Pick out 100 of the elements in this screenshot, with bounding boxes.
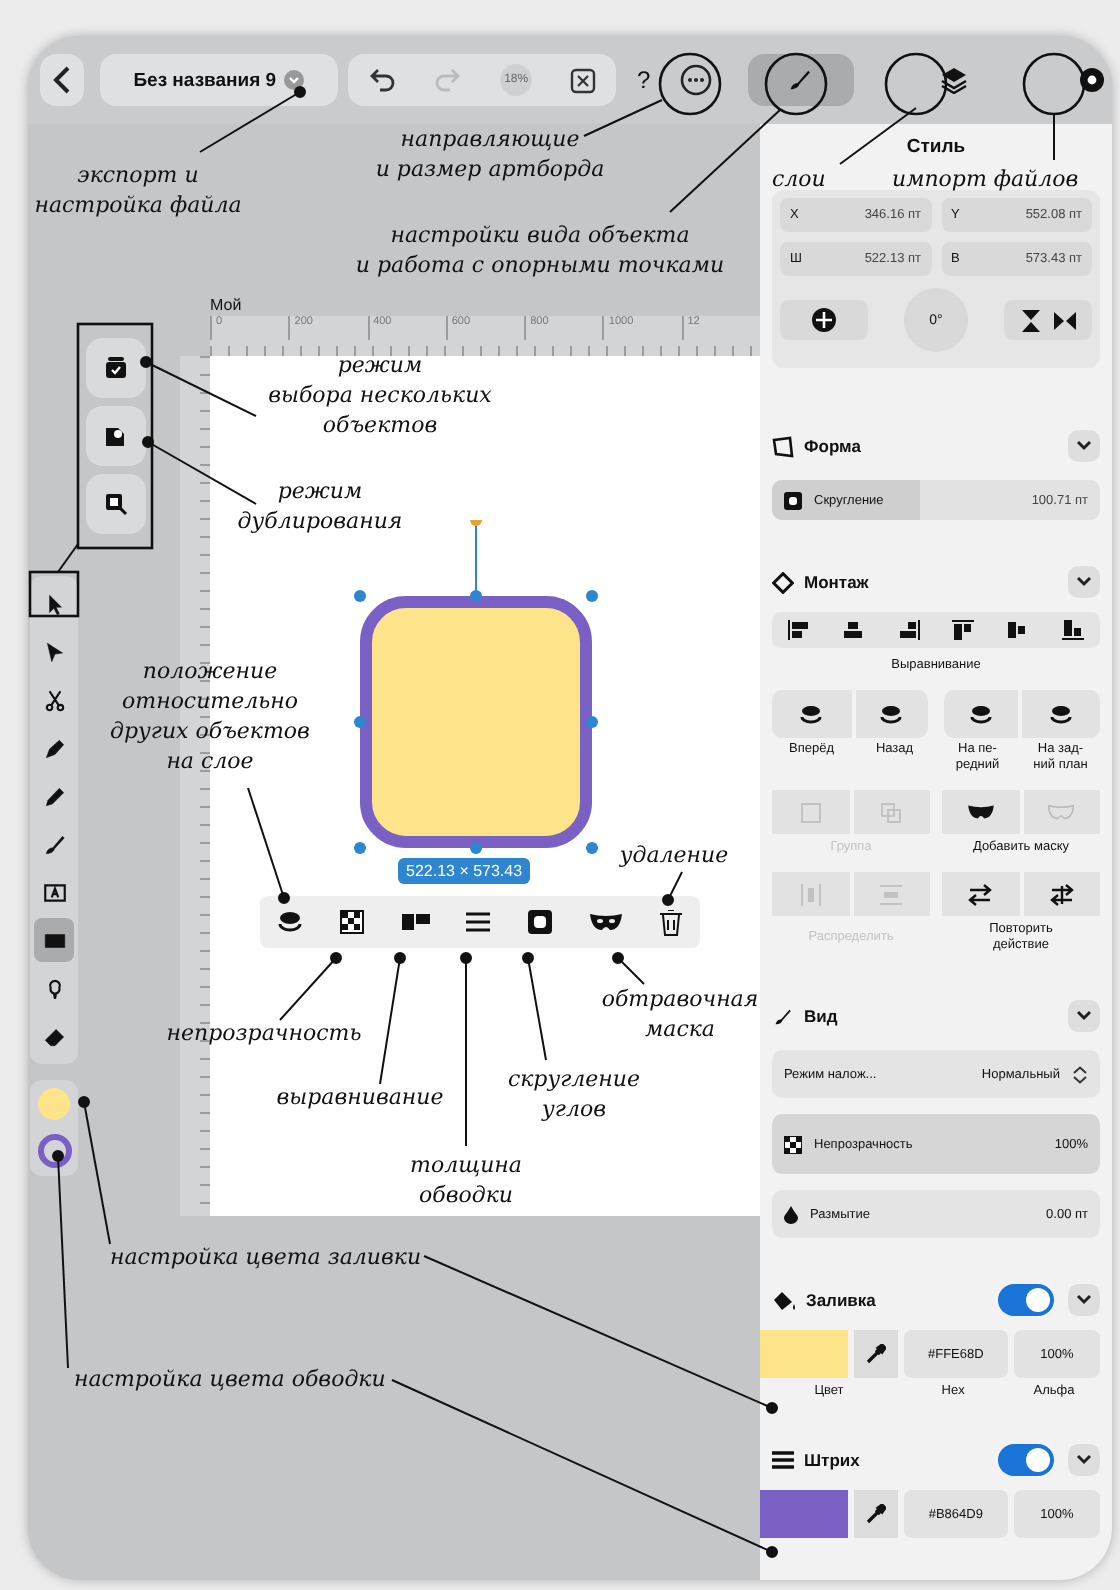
stroke-width-icon[interactable]: [466, 910, 491, 934]
repeat-button[interactable]: [942, 872, 1019, 916]
collapse-button[interactable]: [1068, 566, 1100, 598]
leader-line: [199, 86, 306, 153]
fit-screen-icon[interactable]: [570, 67, 597, 93]
annotation: положение относительно других объектов на слое: [108, 656, 312, 776]
group-icon: [799, 801, 822, 823]
eyedropper-button[interactable]: [854, 1490, 898, 1538]
stroke-color-swatch[interactable]: [760, 1490, 848, 1538]
leader-line: [379, 952, 406, 1085]
flip-vertical-icon: [1020, 309, 1042, 331]
mask-icon: [967, 804, 994, 820]
section-title: Форма: [804, 436, 863, 456]
layers-icon: [940, 66, 969, 94]
align-bottom-icon[interactable]: [1061, 620, 1084, 640]
fill-toggle[interactable]: [998, 1284, 1054, 1316]
annotation: слои: [772, 164, 826, 194]
highlight-circle: [1022, 52, 1086, 116]
help-button[interactable]: ?: [627, 54, 660, 106]
duplicate-mode-button[interactable]: [86, 406, 146, 466]
select-similar-button[interactable]: [86, 474, 146, 534]
duplicate-icon: [104, 424, 128, 448]
leader-line: [662, 871, 683, 906]
leader-line: [140, 356, 257, 417]
highlight-circle: [764, 52, 828, 116]
annotation: режим дублирования: [235, 476, 405, 536]
document-title-button[interactable]: Без названия 9: [99, 54, 338, 106]
add-mask-button[interactable]: [942, 790, 1019, 834]
back-icon: [51, 66, 72, 94]
repeat-transform-button[interactable]: [1023, 872, 1100, 916]
arrange-button[interactable]: [944, 690, 1017, 738]
fill-color-swatch[interactable]: [760, 1330, 848, 1378]
artboard-name[interactable]: Мой: [210, 296, 760, 316]
align-center-icon[interactable]: [842, 620, 865, 640]
text-frame-icon: [41, 879, 67, 905]
collapse-button[interactable]: [1068, 1444, 1100, 1476]
chevron-down-icon: [1076, 1010, 1092, 1022]
target-icon: [812, 308, 836, 332]
annotation: толщина обводки: [408, 1150, 524, 1210]
flip-horizontal-icon: [1054, 309, 1076, 331]
annotation: настройки вида объекта и работа с опорными точками: [353, 220, 727, 280]
paint-bucket-icon: [772, 1289, 796, 1311]
back-button[interactable]: [40, 54, 84, 106]
distribute-horizontal-icon: [799, 883, 822, 905]
chevron-down-icon: [1076, 1294, 1092, 1306]
section-title: Вид: [804, 1006, 840, 1026]
checkerboard-icon: [784, 1135, 802, 1153]
annotation: настройка цвета обводки: [74, 1364, 388, 1394]
leader-line: [1053, 113, 1055, 161]
checkerboard-icon[interactable]: [340, 910, 365, 934]
align-left-icon[interactable]: [788, 620, 811, 640]
annotation: скругление углов: [505, 1064, 643, 1124]
collapse-button[interactable]: [1068, 1000, 1100, 1032]
multi-select-button[interactable]: [86, 338, 146, 398]
import-icon: [1080, 68, 1105, 92]
collapse-button[interactable]: [1068, 1284, 1100, 1316]
select-similar-icon: [104, 492, 128, 516]
brush-icon: [786, 66, 815, 94]
leader-line: [612, 952, 645, 985]
annotation: направляющие и размер артборда: [373, 124, 607, 184]
style-tab[interactable]: [747, 54, 855, 106]
leader-line: [247, 787, 290, 904]
layer-stack-icon: [800, 703, 823, 725]
highlight-circle: [884, 52, 948, 116]
ungroup-icon: [880, 801, 903, 823]
pen-icon: [41, 735, 67, 761]
eyedropper-icon: [866, 1344, 886, 1364]
align-middle-icon[interactable]: [1006, 620, 1029, 640]
eyedropper-button[interactable]: [854, 1330, 898, 1378]
undo-icon[interactable]: [367, 66, 396, 94]
highlight-circle: [658, 52, 722, 116]
fill-color-swatch[interactable]: [38, 1087, 70, 1120]
arrange-button[interactable]: [855, 690, 928, 738]
layers-icon[interactable]: [278, 910, 303, 934]
section-title: Заливка: [806, 1290, 878, 1310]
align-right-icon[interactable]: [897, 620, 920, 640]
trash-icon[interactable]: [659, 909, 682, 935]
shape-outline-icon: [772, 435, 794, 457]
annotation: выравнивание: [274, 1082, 446, 1112]
stroke-toggle[interactable]: [998, 1444, 1054, 1476]
mask-icon[interactable]: [589, 912, 622, 932]
align-icon[interactable]: [401, 910, 430, 934]
arrow-icon: [41, 639, 67, 665]
flip-button[interactable]: [780, 300, 868, 340]
tool-button[interactable]: [34, 918, 74, 962]
collapse-button[interactable]: [1068, 430, 1100, 462]
chevron-down-icon: [1076, 576, 1092, 588]
leader-line: [57, 543, 79, 573]
mask-icon: [1048, 804, 1075, 820]
section-title: Штрих: [804, 1450, 862, 1470]
stroke-lines-icon: [772, 1450, 794, 1470]
rounded-corner-icon[interactable]: [528, 910, 553, 934]
panel-title: Стиль: [906, 136, 966, 158]
leader-line: [522, 952, 547, 1061]
arrange-button[interactable]: [1021, 690, 1100, 738]
annotation: экспорт и настройка файла: [32, 160, 244, 220]
align-top-icon[interactable]: [952, 620, 975, 640]
arrange-button[interactable]: [772, 690, 851, 738]
chevron-down-icon: [1076, 440, 1092, 452]
eyedropper-icon: [866, 1504, 886, 1524]
